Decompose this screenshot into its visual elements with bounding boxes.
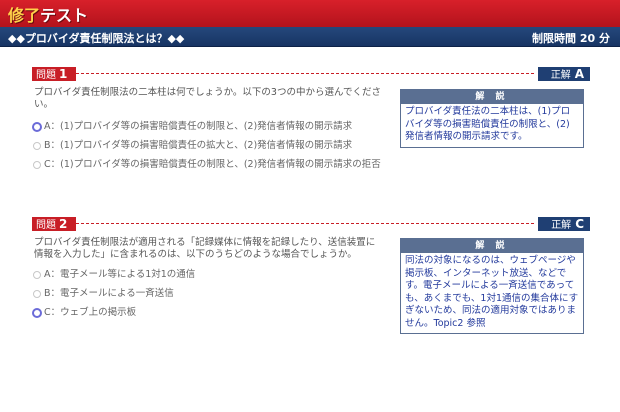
question-1-option-b[interactable]: B：(1)プロバイダ等の損害賠償責任の拡大と、(2)発信者情報の開示請求 (32, 140, 387, 152)
question-2-answer: C (575, 217, 584, 231)
radio-icon[interactable] (33, 290, 41, 298)
radio-icon[interactable] (33, 271, 41, 279)
section-title: ◆◆プロバイダ責任制限法とは？◆◆ (8, 32, 185, 45)
question-1-option-a[interactable]: A：(1)プロバイダ等の損害賠償責任の制限と、(2)発信者情報の開示請求 (32, 121, 387, 133)
question-2-number: 2 (59, 217, 68, 231)
section-bar: ◆◆プロバイダ責任制限法とは？◆◆ 制限時間 20 分 (0, 27, 620, 47)
question-2-option-b[interactable]: B：電子メールによる一斉送信 (32, 288, 387, 300)
question-2-explanation: 解 説 同法の対象になるのは、ウェブページや掲示板、インターネット放送、などです… (400, 238, 584, 334)
question-2-answer-badge: 正解 C (538, 217, 590, 231)
question-1-divider (76, 73, 534, 74)
question-2-divider (76, 223, 534, 224)
question-1-answer-badge: 正解 A (538, 67, 590, 81)
time-limit: 制限時間 20 分 (532, 32, 610, 45)
question-2-label: 問題 (36, 220, 56, 231)
option-label: A：電子メール等による1対1の通信 (44, 269, 196, 280)
question-1-answer-label: 正解 (550, 70, 571, 81)
app-title-rest: テスト (40, 6, 89, 25)
question-1-label: 問題 (36, 70, 56, 81)
option-label: C：(1)プロバイダ等の損害賠償責任の制限と、(2)発信者情報の開示請求の拒否 (44, 159, 381, 170)
question-2-header: 問題 2 正解 C (32, 217, 590, 231)
question-1-explanation: 解 説 プロバイダ責任法の二本柱は、(1)プロバイダ等の損害賠償責任の制限と、(… (400, 89, 584, 148)
option-label: C：ウェブ上の掲示板 (44, 307, 137, 318)
radio-icon[interactable] (33, 161, 41, 169)
explanation-text: 同法の対象になるのは、ウェブページや掲示板、インターネット放送、などです。電子メ… (405, 255, 579, 329)
radio-icon[interactable] (33, 142, 41, 150)
explanation-title: 解 説 (401, 239, 583, 253)
question-1-option-c[interactable]: C：(1)プロバイダ等の損害賠償責任の制限と、(2)発信者情報の開示請求の拒否 (32, 159, 387, 171)
option-label: A：(1)プロバイダ等の損害賠償責任の制限と、(2)発信者情報の開示請求 (44, 121, 353, 132)
radio-selected-icon[interactable] (32, 122, 42, 132)
app-title-accent: 修了 (8, 6, 41, 25)
question-2-text: プロバイダ責任制限法が適用される「記録媒体に情報を記録したり、送信装置に情報を入… (34, 237, 376, 260)
question-2-options: A：電子メール等による1対1の通信 B：電子メールによる一斉送信 C：ウェブ上の… (32, 269, 387, 326)
question-2-option-a[interactable]: A：電子メール等による1対1の通信 (32, 269, 387, 281)
question-1-header: 問題 1 正解 A (32, 67, 590, 81)
app-header: 修了テスト (0, 0, 620, 27)
explanation-text: プロバイダ責任法の二本柱は、(1)プロバイダ等の損害賠償責任の制限と、(2)発信… (405, 106, 571, 142)
question-2-option-c[interactable]: C：ウェブ上の掲示板 (32, 307, 387, 319)
app-title: 修了テスト (8, 2, 88, 26)
question-1-number: 1 (59, 67, 68, 81)
option-label: B：電子メールによる一斉送信 (44, 288, 174, 299)
question-1-number-badge: 問題 1 (32, 67, 76, 81)
question-1-options: A：(1)プロバイダ等の損害賠償責任の制限と、(2)発信者情報の開示請求 B：(… (32, 121, 387, 178)
option-label: B：(1)プロバイダ等の損害賠償責任の拡大と、(2)発信者情報の開示請求 (44, 140, 353, 151)
question-1-text: プロバイダ責任制限法の二本柱は何でしょうか。以下の3つの中から選んでください。 (34, 87, 382, 110)
explanation-title: 解 説 (401, 90, 583, 104)
question-2-number-badge: 問題 2 (32, 217, 76, 231)
radio-selected-icon[interactable] (32, 308, 42, 318)
question-2-answer-label: 正解 (551, 220, 572, 231)
question-1-answer: A (574, 67, 584, 81)
